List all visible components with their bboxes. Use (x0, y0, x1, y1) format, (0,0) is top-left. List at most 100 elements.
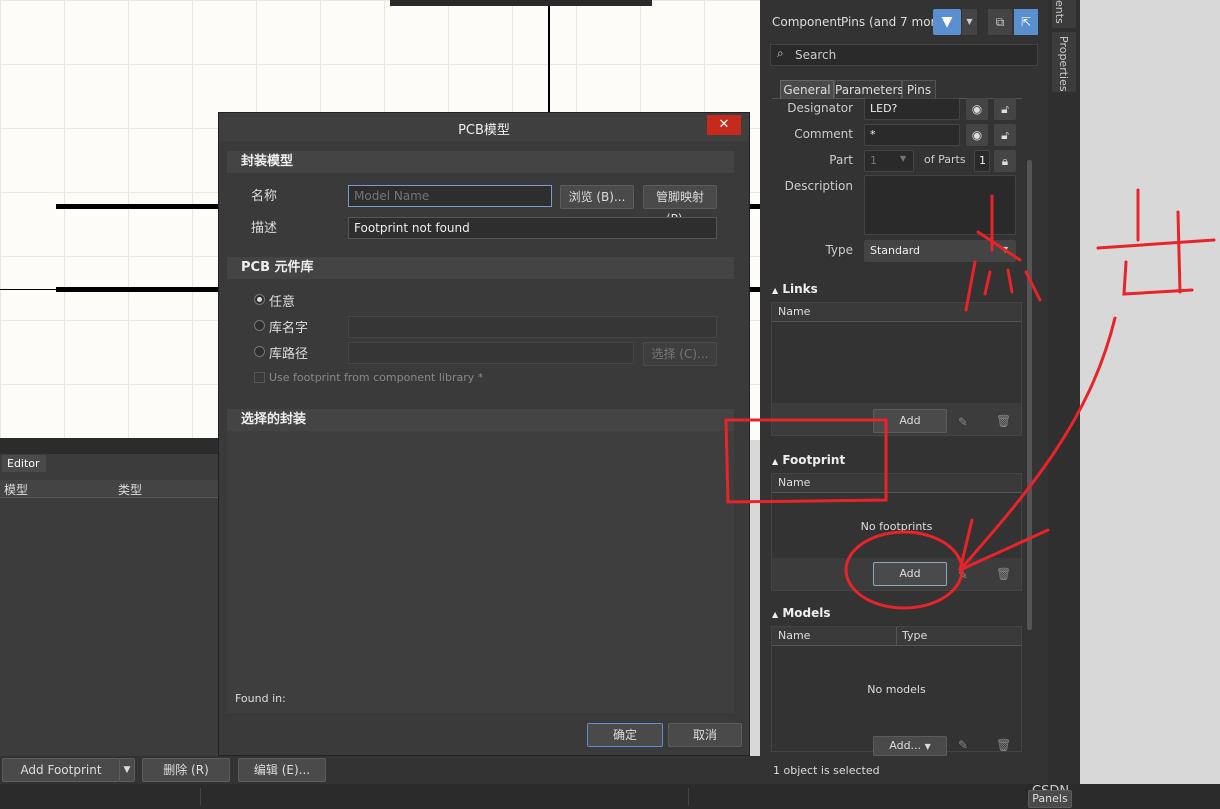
eye-icon[interactable]: ◉ (966, 98, 988, 120)
of-parts-value: 1 (974, 150, 990, 172)
tab-pins[interactable]: Pins (902, 80, 936, 98)
use-footprint-checkbox[interactable] (254, 372, 265, 383)
wire-left (0, 289, 56, 290)
lib-path-field[interactable] (348, 342, 634, 364)
description-label: 描述 (251, 221, 278, 236)
panel-scrollbar[interactable] (1026, 100, 1034, 750)
lock-icon[interactable]: 🔒︎ (994, 150, 1016, 172)
models-col-type[interactable]: Type (902, 627, 927, 645)
add-footprint-dropdown[interactable]: ▼ (119, 758, 135, 782)
editor-tab[interactable]: Editor (2, 455, 46, 472)
description-field[interactable]: Footprint not found (348, 217, 717, 239)
comment-field[interactable]: * (864, 124, 960, 146)
choose-button[interactable]: 选择 (C)... (643, 342, 717, 366)
footprint-preview-area[interactable] (227, 431, 734, 713)
radio-lib-name[interactable] (254, 320, 265, 331)
side-tabs: ents Properties (1048, 0, 1080, 784)
footprint-add-button[interactable]: Add (873, 562, 947, 586)
section-selected-footprint: 选择的封装 (227, 409, 734, 431)
trash-icon[interactable]: 🗑︎ (996, 738, 1011, 752)
pencil-icon[interactable]: ✎ (958, 415, 968, 429)
lib-name-field[interactable] (348, 316, 717, 338)
lock-icon[interactable]: 🔓︎ (994, 98, 1016, 120)
use-footprint-label: Use footprint from component library * (269, 371, 484, 384)
cancel-button[interactable]: 取消 (668, 723, 742, 747)
side-tab-properties[interactable]: Properties (1052, 32, 1076, 92)
panels-button[interactable]: Panels (1028, 790, 1072, 808)
side-tab-components[interactable]: ents (1052, 0, 1076, 28)
designator-field[interactable]: LED? (864, 98, 960, 120)
designator-label: Designator (787, 101, 853, 115)
select-icon[interactable]: ⧉ (988, 9, 1012, 35)
tab-parameters[interactable]: Parameters (834, 80, 904, 98)
no-models-text: No models (867, 683, 926, 696)
part-select[interactable]: 1 (864, 150, 914, 172)
links-col-name[interactable]: Name (772, 303, 1021, 322)
collapse-icon: ▲ (772, 610, 779, 619)
pin-line-top (56, 204, 226, 209)
name-label: 名称 (251, 189, 278, 204)
part-chevron-down-icon: ▼ (900, 154, 907, 163)
footprint-col-name[interactable]: Name (772, 474, 1021, 493)
model-name-input[interactable] (348, 185, 552, 207)
type-select[interactable]: Standard (864, 240, 1016, 262)
wire-vertical (548, 6, 550, 114)
no-footprints-text: No footprints (860, 520, 933, 533)
component-label: Component (772, 15, 842, 29)
footprint-title[interactable]: ▲ Footprint (772, 453, 845, 467)
description-textarea[interactable] (864, 175, 1016, 235)
description-label: Description (784, 179, 853, 193)
select-pointer-icon[interactable]: ⇱ (1014, 9, 1038, 35)
eye-icon[interactable]: ◉ (966, 124, 988, 146)
type-label: Type (825, 243, 853, 257)
models-add-button[interactable]: Add... ▼ (873, 736, 947, 756)
status-divider (200, 788, 201, 806)
dialog-title: PCB模型 (458, 123, 510, 138)
close-icon[interactable]: ✕ (707, 115, 741, 135)
dialog-titlebar: PCB模型 ✕ (219, 113, 749, 141)
pin-line-bottom (56, 287, 226, 292)
delete-button[interactable]: 删除 (R) (142, 758, 230, 782)
editor-scroll[interactable] (0, 438, 222, 454)
browse-button[interactable]: 浏览 (B)... (560, 185, 634, 209)
tab-general[interactable]: General (780, 80, 834, 98)
filter-icon[interactable]: ▼ (933, 9, 961, 35)
links-title[interactable]: ▲ Links (772, 282, 818, 296)
radio-lib-name-label[interactable]: 库名字 (269, 317, 308, 336)
panel-status-area: 1 object is selected (770, 756, 1048, 784)
radio-any-label[interactable]: 任意 (269, 291, 295, 310)
filter-dropdown-icon[interactable]: ▼ (962, 9, 977, 35)
pencil-icon[interactable]: ✎ (958, 738, 968, 752)
col-model[interactable]: 模型 (4, 481, 28, 498)
of-parts-label: of Parts (924, 153, 966, 166)
links-add-button[interactable]: Add (873, 409, 947, 433)
toolbar-strip (390, 0, 652, 6)
radio-lib-path[interactable] (254, 346, 265, 357)
models-col-name[interactable]: Name (778, 629, 810, 642)
models-title[interactable]: ▲ Models (772, 606, 831, 620)
lock-icon[interactable]: 🔓︎ (994, 124, 1016, 146)
collapse-icon: ▲ (772, 286, 779, 295)
trash-icon[interactable]: 🗑︎ (996, 567, 1011, 581)
found-in-label: Found in: (235, 692, 286, 705)
pin-map-button[interactable]: 管脚映射 (P)... (643, 185, 717, 226)
search-box[interactable]: ⌕ Search (770, 44, 1038, 66)
part-label: Part (829, 153, 853, 167)
editor-panel: Editor 模型 类型 (0, 438, 222, 758)
filter-text: Pins (and 7 more) (841, 15, 948, 29)
radio-any[interactable] (254, 294, 265, 305)
ok-button[interactable]: 确定 (587, 723, 663, 747)
trash-icon[interactable]: 🗑︎ (996, 414, 1011, 428)
add-footprint-button[interactable]: Add Footprint (2, 758, 120, 782)
pcb-model-dialog: PCB模型 ✕ 封装模型 名称 浏览 (B)... 管脚映射 (P)... 描述… (218, 112, 750, 756)
radio-lib-path-label[interactable]: 库路径 (269, 343, 308, 362)
col-type[interactable]: 类型 (118, 481, 142, 498)
type-chevron-down-icon: ▼ (1002, 245, 1009, 254)
pencil-icon[interactable]: ✎ (958, 568, 968, 582)
search-placeholder: Search (795, 48, 837, 62)
comment-label: Comment (794, 127, 853, 141)
pin-line-top-right (750, 204, 760, 209)
models-grid: Name Type No models (771, 626, 1022, 752)
search-icon: ⌕ (777, 46, 784, 60)
edit-button[interactable]: 编辑 (E)... (238, 758, 326, 782)
